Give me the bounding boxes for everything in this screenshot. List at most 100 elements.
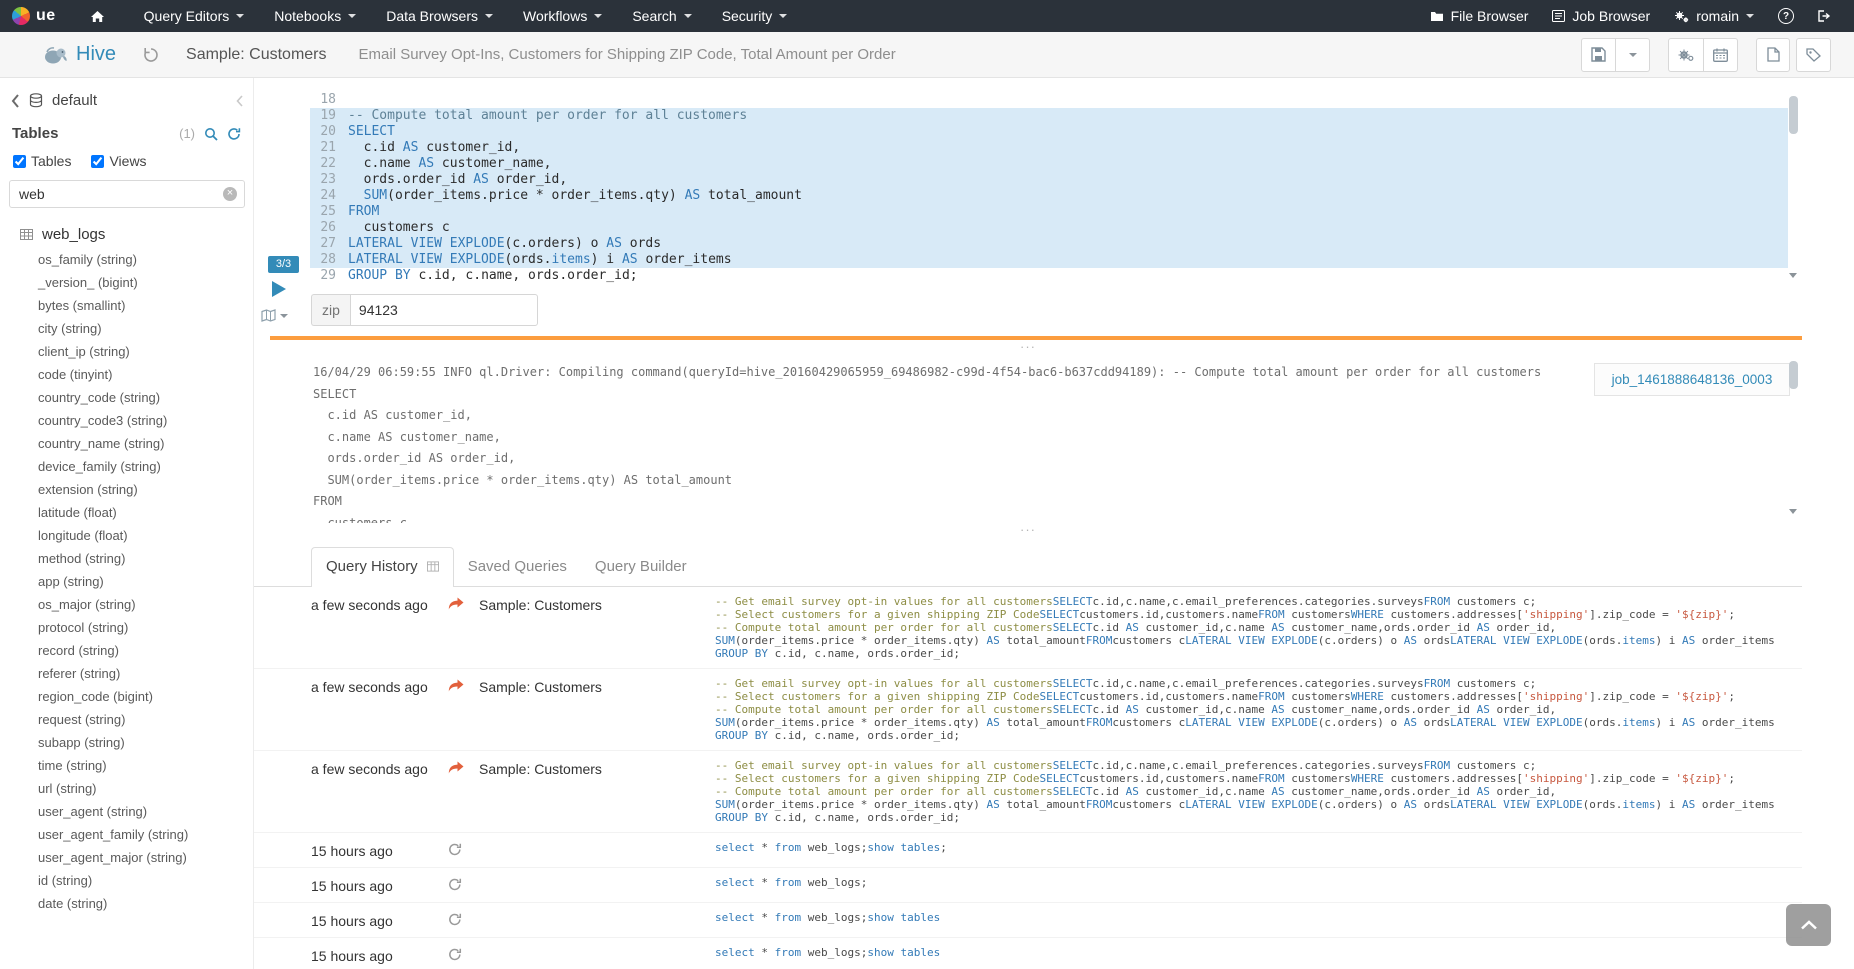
menu-label: Notebooks (274, 8, 341, 24)
logout-icon (1818, 10, 1832, 22)
history-row[interactable]: a few seconds ago Sample: Customers-- Get… (254, 587, 1802, 669)
menu-label: Security (722, 8, 773, 24)
tables-checkbox-input[interactable] (13, 155, 26, 168)
column-item[interactable]: user_agent_family (string) (0, 823, 253, 846)
history-row[interactable]: 15 hours agoselect * from web_logs;show … (254, 903, 1802, 938)
save-dropdown-button[interactable] (1616, 38, 1650, 72)
tab-query-history[interactable]: Query History (311, 547, 454, 587)
history-name: Sample: Customers (479, 595, 715, 613)
menu-search[interactable]: Search (617, 0, 706, 32)
views-checkbox-input[interactable] (91, 155, 104, 168)
scroll-to-top-button[interactable] (1786, 904, 1831, 946)
tags-button[interactable] (1796, 38, 1831, 72)
column-item[interactable]: os_major (string) (0, 593, 253, 616)
column-item[interactable]: city (string) (0, 317, 253, 340)
table-filters: Tables Views (0, 142, 253, 169)
database-name[interactable]: default (52, 92, 97, 109)
preview-line: -- Get email survey opt-in values for al… (715, 759, 1802, 772)
column-item[interactable]: id (string) (0, 869, 253, 892)
column-item[interactable]: protocol (string) (0, 616, 253, 639)
column-item[interactable]: latitude (float) (0, 501, 253, 524)
column-item[interactable]: longitude (float) (0, 524, 253, 547)
log-scroll-down-icon[interactable] (1789, 509, 1797, 514)
back-button[interactable] (10, 93, 20, 109)
log-scrollbar-thumb[interactable] (1789, 361, 1798, 389)
column-item[interactable]: extension (string) (0, 478, 253, 501)
sql-editor[interactable]: 1819-- Compute total amount per order fo… (310, 92, 1788, 284)
menu-data-browsers[interactable]: Data Browsers (371, 0, 508, 32)
preview-line: -- Compute total amount per order for al… (715, 703, 1802, 716)
column-item[interactable]: country_name (string) (0, 432, 253, 455)
column-item[interactable]: request (string) (0, 708, 253, 731)
history-row[interactable]: 15 hours agoselect * from web_logs; (254, 868, 1802, 903)
column-item[interactable]: url (string) (0, 777, 253, 800)
schedule-button[interactable] (1704, 38, 1738, 72)
column-item[interactable]: device_family (string) (0, 455, 253, 478)
column-item[interactable]: country_code3 (string) (0, 409, 253, 432)
query-history-icon[interactable] (142, 46, 160, 64)
column-item[interactable]: app (string) (0, 570, 253, 593)
table-item-web-logs[interactable]: web_logs (0, 226, 253, 243)
editor-scroll-down-icon[interactable] (1789, 273, 1797, 278)
column-item[interactable]: user_agent_major (string) (0, 846, 253, 869)
job-browser-link[interactable]: Job Browser (1540, 0, 1662, 32)
home-button[interactable] (80, 0, 115, 32)
settings-button[interactable] (1668, 38, 1704, 72)
refresh-tables-button[interactable] (227, 127, 241, 141)
column-item[interactable]: referer (string) (0, 662, 253, 685)
job-link[interactable]: job_1461888648136_0003 (1594, 363, 1790, 396)
column-item[interactable]: os_family (string) (0, 248, 253, 271)
column-item[interactable]: code (tinyint) (0, 363, 253, 386)
tab-saved-queries[interactable]: Saved Queries (454, 548, 581, 586)
filter-views-checkbox[interactable]: Views (91, 153, 146, 169)
editor-scrollbar-thumb[interactable] (1789, 96, 1798, 134)
hive-logo (42, 44, 68, 66)
collapse-sidebar-icon[interactable] (236, 95, 243, 107)
job-browser-label: Job Browser (1572, 8, 1650, 24)
resize-handle[interactable]: ··· (254, 526, 1802, 536)
history-time: a few seconds ago (311, 595, 448, 613)
column-item[interactable]: subapp (string) (0, 731, 253, 754)
filter-tables-checkbox[interactable]: Tables (13, 153, 71, 169)
column-item[interactable]: user_agent (string) (0, 800, 253, 823)
resize-handle[interactable]: ··· (254, 343, 1802, 353)
column-item[interactable]: country_code (string) (0, 386, 253, 409)
table-filter-input[interactable] (9, 180, 245, 208)
column-item[interactable]: region_code (bigint) (0, 685, 253, 708)
history-query-preview: -- Get email survey opt-in values for al… (715, 595, 1802, 660)
history-row[interactable]: 15 hours agoselect * from web_logs;show … (254, 833, 1802, 868)
column-item[interactable]: bytes (smallint) (0, 294, 253, 317)
hue-logo[interactable]: ue (12, 7, 56, 25)
variable-input[interactable] (350, 294, 538, 326)
help-button[interactable]: ? (1766, 0, 1806, 32)
search-tables-button[interactable] (204, 127, 218, 141)
clear-search-icon[interactable]: × (223, 187, 237, 201)
file-browser-link[interactable]: File Browser (1418, 0, 1541, 32)
save-button[interactable] (1581, 38, 1616, 72)
column-item[interactable]: time (string) (0, 754, 253, 777)
logout-button[interactable] (1806, 0, 1844, 32)
execute-button[interactable] (272, 281, 286, 297)
menu-query-editors[interactable]: Query Editors (129, 0, 260, 32)
new-query-button[interactable] (1756, 38, 1790, 72)
column-item[interactable]: record (string) (0, 639, 253, 662)
tab-query-builder[interactable]: Query Builder (581, 548, 701, 586)
history-query-preview: select * from web_logs;show tables (715, 946, 1802, 959)
column-item[interactable]: method (string) (0, 547, 253, 570)
line-number: 26 (310, 220, 336, 236)
column-item[interactable]: _version_ (bigint) (0, 271, 253, 294)
column-item[interactable]: client_ip (string) (0, 340, 253, 363)
menu-notebooks[interactable]: Notebooks (259, 0, 371, 32)
user-menu[interactable]: romain (1662, 0, 1766, 32)
editor-menu-button[interactable] (261, 309, 288, 322)
app-name[interactable]: Hive (76, 43, 116, 66)
preview-line: -- Get email survey opt-in values for al… (715, 595, 1802, 608)
column-item[interactable]: date (string) (0, 892, 253, 915)
code-text: FROM (348, 204, 379, 220)
menu-security[interactable]: Security (707, 0, 803, 32)
history-row[interactable]: 15 hours agoselect * from web_logs;show … (254, 938, 1802, 969)
history-row[interactable]: a few seconds agoSample: Customers-- Get… (254, 669, 1802, 751)
preview-line: GROUP BY c.id, c.name, ords.order_id; (715, 647, 1802, 660)
menu-workflows[interactable]: Workflows (508, 0, 617, 32)
history-row[interactable]: a few seconds agoSample: Customers-- Get… (254, 751, 1802, 833)
